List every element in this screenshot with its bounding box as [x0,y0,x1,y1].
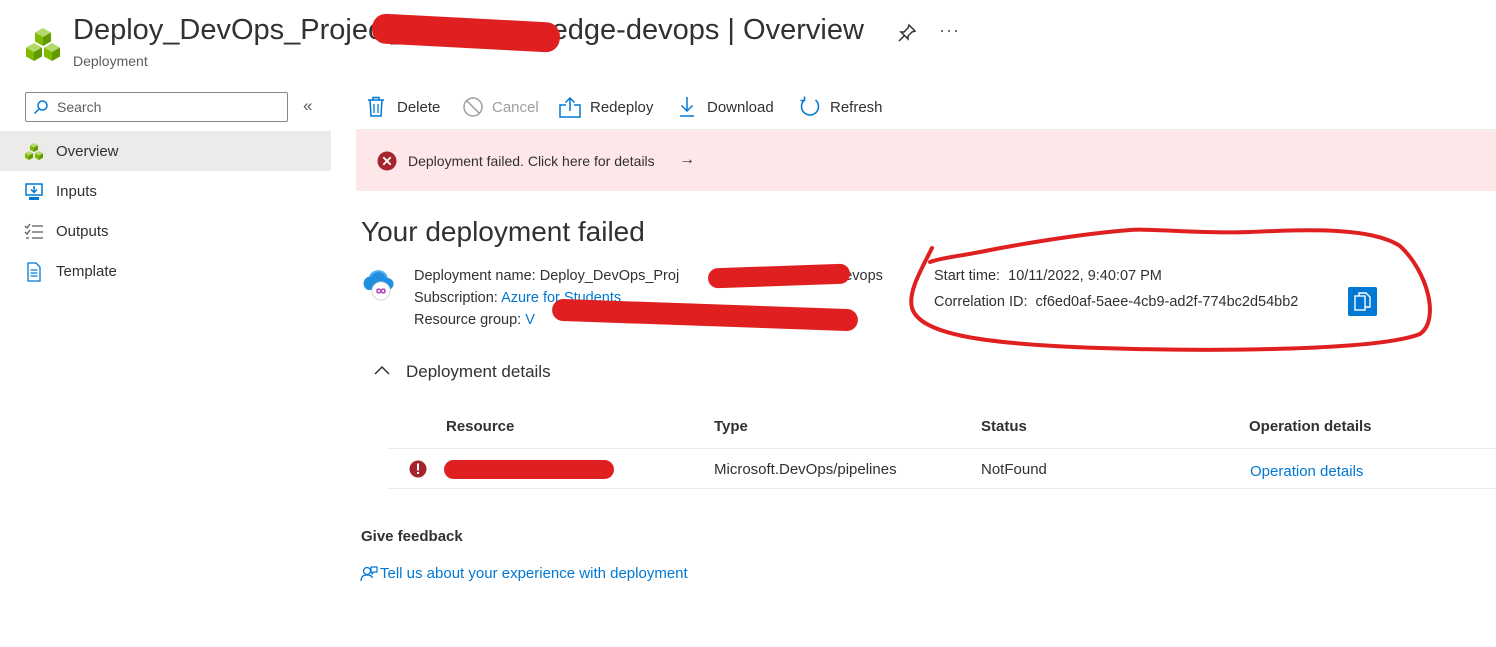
search-placeholder: Search [57,99,102,115]
table-divider [388,488,1496,489]
download-icon [680,97,694,117]
refresh-button[interactable]: Refresh [799,94,889,122]
arrow-right-icon: → [679,151,695,168]
subscription-label: Subscription: [414,290,498,306]
redeploy-label: Redeploy [590,99,654,116]
table-divider [388,448,1496,449]
more-options-button[interactable]: ··· [939,20,960,41]
correlation-id-row: Correlation ID: cf6ed0af-5aee-4cb9-ad2f-… [934,294,1298,310]
redeploy-button[interactable]: Redeploy [559,94,661,122]
sidebar-item-label: Outputs [56,223,109,240]
column-header-type: Type [714,418,748,435]
correlation-id-value: cf6ed0af-5aee-4cb9-ad2f-774bc2d54bb2 [1035,294,1299,310]
resource-type: Microsoft.DevOps/pipelines [714,461,897,478]
cancel-label: Cancel [492,99,539,116]
sidebar-item-inputs[interactable]: Inputs [0,171,331,211]
chevron-up-icon[interactable] [374,364,390,376]
start-time-row: Start time: 10/11/2022, 9:40:07 PM [934,268,1162,284]
delete-label: Delete [397,99,441,116]
resource-group-link[interactable]: V [525,312,535,328]
deployment-cubes-icon [25,143,43,160]
sidebar-item-overview[interactable]: Overview [0,131,331,171]
column-header-operation-details: Operation details [1249,418,1372,435]
delete-button[interactable]: Delete [367,94,447,122]
title-page: Overview [743,14,864,46]
title-separator: | [727,14,735,46]
deployment-cubes-icon [26,28,60,61]
deployment-name-label: Deployment name: [414,268,536,284]
column-header-status: Status [981,418,1027,435]
deployment-status-title: Your deployment failed [361,216,645,247]
copy-correlation-id-button[interactable] [1348,287,1377,316]
column-header-resource: Resource [446,418,515,435]
refresh-label: Refresh [830,99,883,116]
download-label: Download [707,99,774,116]
deployment-details-heading[interactable]: Deployment details [406,362,551,382]
sidebar-item-template[interactable]: Template [0,251,331,291]
search-icon [33,100,48,115]
redeploy-icon [559,96,581,118]
cancel-icon [463,97,483,117]
start-time-value: 10/11/2022, 9:40:07 PM [1008,268,1162,284]
pin-icon[interactable] [896,22,918,44]
search-input[interactable]: Search [25,92,288,122]
sidebar-item-label: Template [56,263,117,280]
collapse-sidebar-button[interactable]: « [303,96,312,116]
error-exclamation-icon [409,460,427,478]
correlation-id-label: Correlation ID: [934,294,1028,310]
operation-details-link[interactable]: Operation details [1250,463,1363,480]
error-banner-message: Deployment failed. Click here for detail… [408,153,655,169]
redaction-mark [707,263,851,289]
template-icon [27,262,41,282]
redaction-mark [551,298,859,332]
feedback-heading: Give feedback [361,528,463,545]
trash-icon [368,96,384,117]
inputs-icon [25,183,43,200]
start-time-label: Start time: [934,268,1001,284]
cancel-button[interactable]: Cancel [462,94,544,122]
error-banner[interactable]: Deployment failed. Click here for detail… [356,129,1496,191]
feedback-link[interactable]: Tell us about your experience with deplo… [380,565,688,582]
sidebar-item-outputs[interactable]: Outputs [0,211,331,251]
page-subtitle: Deployment [73,53,148,69]
feedback-person-icon [360,566,378,582]
deployment-cloud-icon [363,270,394,301]
redaction-mark [444,460,614,479]
copy-icon [1354,292,1371,311]
outputs-icon [24,223,43,239]
refresh-icon [800,96,820,116]
sidebar-item-label: Inputs [56,183,97,200]
sidebar-item-label: Overview [56,143,119,160]
page-header: Deploy_DevOps_Project_ edge-devops | Over… [0,0,1496,80]
download-button[interactable]: Download [678,94,783,122]
title-left: Deploy_DevOps_Project_ [73,14,407,46]
resource-status: NotFound [981,461,1047,478]
resource-group-label: Resource group: [414,312,522,328]
title-right: edge-devops [551,14,720,46]
resource-group-row: Resource group: V [414,312,535,328]
error-circle-icon [377,151,397,171]
